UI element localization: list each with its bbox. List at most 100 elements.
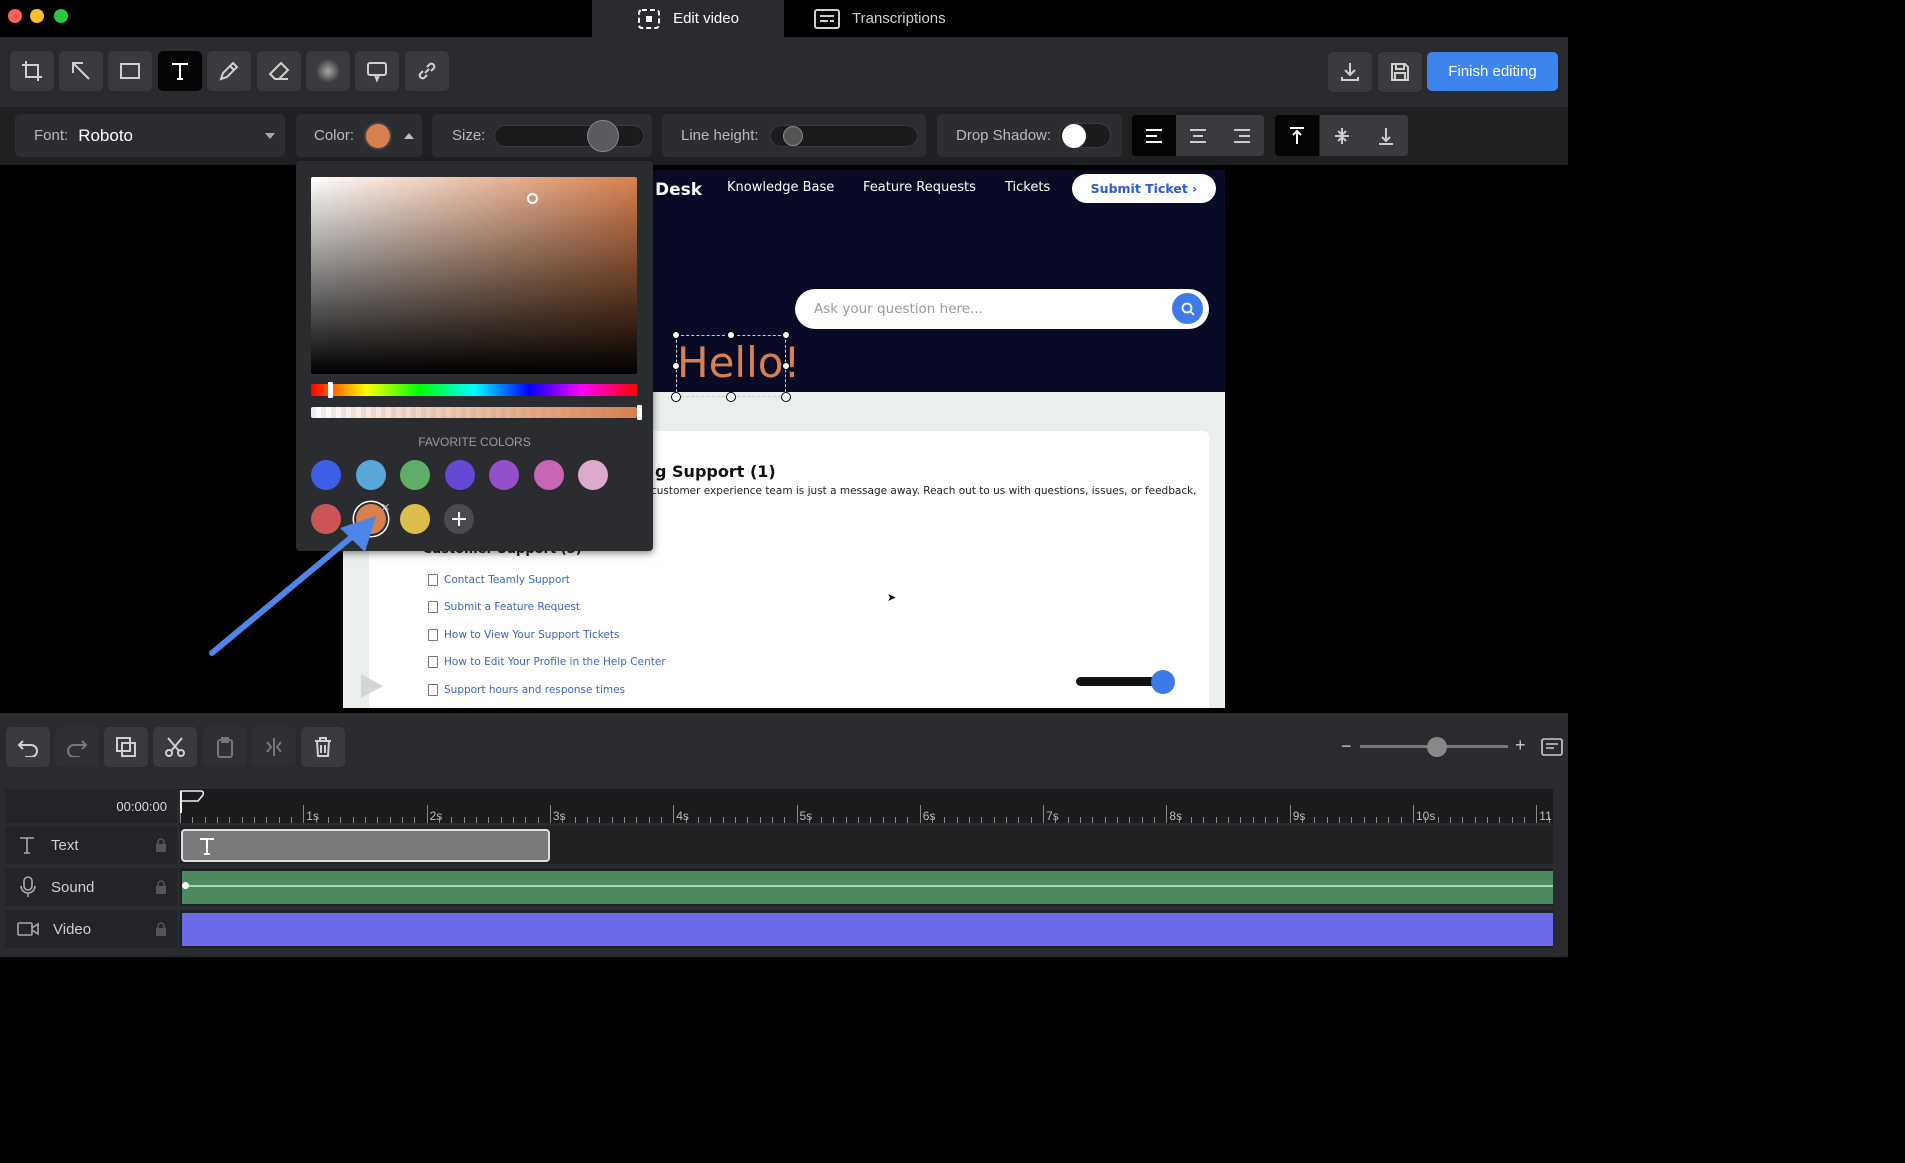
save-button[interactable] — [1378, 52, 1422, 92]
resize-handle[interactable] — [782, 331, 790, 339]
resize-handle[interactable] — [726, 392, 736, 402]
valign-middle-button[interactable] — [1320, 115, 1364, 156]
eraser-tool-button[interactable] — [257, 51, 301, 91]
align-center-button[interactable] — [1176, 115, 1220, 156]
clipboard-icon — [214, 736, 236, 758]
ruler-tick — [907, 817, 909, 823]
close-window-button[interactable] — [8, 9, 22, 23]
article-link-text: Contact Teamly Support — [444, 574, 570, 586]
ruler-tick — [919, 805, 921, 823]
favorite-color-swatch[interactable] — [400, 460, 430, 490]
paste-button[interactable] — [203, 727, 247, 767]
video-clip[interactable] — [182, 913, 1553, 946]
callout-tool-button[interactable] — [355, 51, 399, 91]
opacity-slider[interactable] — [311, 407, 637, 418]
size-slider-handle[interactable] — [587, 120, 619, 152]
favorite-color-swatch[interactable] — [444, 460, 475, 490]
duplicate-icon — [115, 736, 137, 758]
finish-editing-button[interactable]: Finish editing — [1427, 52, 1558, 91]
opacity-slider-handle[interactable] — [637, 405, 642, 420]
favorite-color-swatch[interactable] — [578, 460, 608, 490]
lock-icon[interactable] — [155, 880, 167, 894]
lock-icon[interactable] — [155, 922, 167, 936]
resize-handle[interactable] — [781, 392, 791, 402]
undo-button[interactable] — [6, 727, 50, 767]
rectangle-tool-button[interactable] — [108, 51, 152, 91]
add-favorite-color-button[interactable] — [444, 504, 474, 534]
resize-handle[interactable] — [672, 362, 680, 370]
ruler-tick — [784, 817, 786, 823]
split-button[interactable] — [252, 727, 296, 767]
tab-edit-video[interactable]: Edit video — [592, 0, 784, 37]
redo-button[interactable] — [55, 727, 99, 767]
favorite-color-swatch[interactable] — [400, 504, 430, 534]
resize-handle[interactable] — [672, 331, 680, 339]
hue-slider-handle[interactable] — [328, 382, 333, 398]
chevron-down-icon — [265, 133, 275, 139]
current-color-swatch[interactable] — [364, 121, 393, 150]
size-slider-track[interactable] — [494, 120, 644, 152]
text-tool-button[interactable] — [158, 51, 202, 91]
ruler-tick — [488, 817, 490, 823]
duplicate-button[interactable] — [104, 727, 148, 767]
site-brand: Desk — [655, 180, 703, 200]
resize-handle[interactable] — [671, 392, 681, 402]
color-selector[interactable]: Color: — [296, 114, 422, 157]
ruler-tick — [266, 817, 268, 823]
fit-timeline-button[interactable] — [1541, 737, 1563, 757]
favorite-color-swatch[interactable] — [311, 460, 341, 490]
align-left-button[interactable] — [1132, 115, 1176, 156]
maximize-window-button[interactable] — [54, 9, 68, 23]
callout-icon — [365, 59, 389, 83]
timeline-ruler[interactable]: 1s 2s 3s 4s 5s 6s 7s 8s 9s 10s 11 — [180, 789, 1553, 823]
ruler-tick — [389, 817, 391, 823]
drop-shadow-toggle[interactable] — [1059, 123, 1111, 148]
track-header-sound[interactable]: Sound — [5, 868, 177, 906]
document-icon — [428, 574, 438, 586]
line-height-slider-track[interactable] — [770, 125, 918, 147]
align-bottom-icon — [1376, 126, 1396, 146]
text-clip[interactable] — [181, 829, 550, 862]
track-header-video[interactable]: Video — [5, 910, 177, 948]
zoom-out-button[interactable]: − — [1341, 736, 1352, 757]
crop-tool-button[interactable] — [10, 51, 54, 91]
ruler-tick — [1252, 817, 1254, 823]
playhead[interactable] — [180, 789, 206, 813]
align-left-icon — [1144, 128, 1164, 144]
line-height-slider-handle[interactable] — [782, 126, 803, 146]
volume-point[interactable] — [182, 882, 189, 889]
download-button[interactable] — [1328, 52, 1372, 92]
delete-button[interactable] — [301, 727, 345, 767]
valign-top-button[interactable] — [1275, 115, 1319, 156]
blur-icon — [315, 58, 341, 84]
article-link-text: How to Edit Your Profile in the Help Cen… — [444, 656, 666, 668]
cut-button[interactable] — [153, 727, 197, 767]
ruler-tick — [1413, 805, 1414, 823]
favorite-color-swatch[interactable] — [489, 460, 519, 490]
zoom-in-button[interactable]: + — [1515, 735, 1526, 756]
sound-clip[interactable] — [182, 871, 1553, 904]
link-tool-button[interactable] — [405, 51, 449, 91]
toggle-knob — [1062, 124, 1086, 148]
arrow-tool-button[interactable] — [59, 51, 103, 91]
zoom-slider-handle[interactable] — [1426, 737, 1447, 757]
pencil-tool-button[interactable] — [207, 51, 251, 91]
document-icon — [428, 684, 438, 696]
saturation-value-area[interactable] — [311, 177, 637, 374]
favorite-color-swatch[interactable] — [533, 460, 564, 490]
blur-tool-button[interactable] — [306, 51, 350, 91]
color-cursor[interactable] — [527, 193, 538, 204]
track-header-text[interactable]: Text — [5, 826, 177, 864]
hue-slider[interactable] — [311, 384, 637, 396]
align-right-button[interactable] — [1220, 115, 1264, 156]
rectangle-icon — [118, 59, 142, 83]
favorite-color-swatch[interactable] — [355, 460, 386, 490]
resize-handle[interactable] — [782, 362, 790, 370]
lock-icon[interactable] — [155, 838, 167, 852]
tab-transcriptions[interactable]: Transcriptions — [800, 0, 1000, 37]
resize-handle[interactable] — [727, 331, 735, 339]
valign-bottom-button[interactable] — [1364, 115, 1408, 156]
ruler-tick — [1351, 817, 1353, 823]
minimize-window-button[interactable] — [30, 9, 44, 23]
font-selector[interactable]: Font: Roboto — [15, 114, 285, 157]
